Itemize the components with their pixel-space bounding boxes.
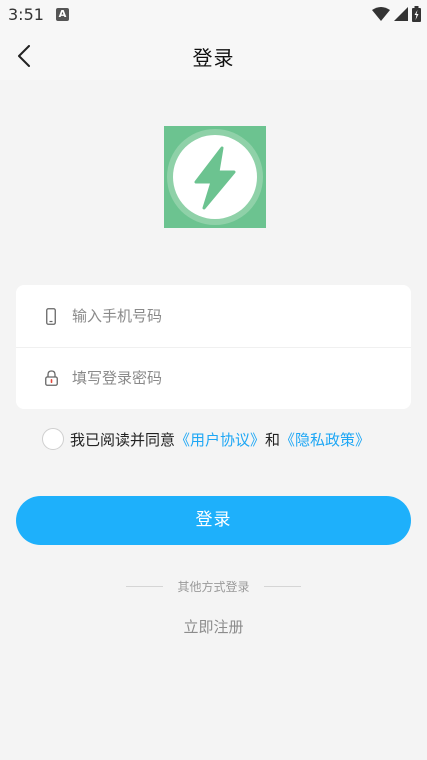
phone-input[interactable]	[70, 306, 374, 326]
wifi-icon	[372, 7, 390, 21]
agree-checkbox[interactable]	[42, 428, 64, 450]
privacy-policy-link[interactable]: 《隐私政策》	[280, 429, 370, 450]
divider-line-left	[126, 586, 163, 587]
lightning-icon	[164, 126, 266, 228]
lock-icon	[40, 370, 62, 386]
status-time: 3:51	[8, 5, 44, 24]
phone-field-row	[16, 285, 411, 348]
app-logo	[164, 126, 266, 228]
status-icons	[372, 6, 421, 22]
status-bar: 3:51 A	[0, 0, 427, 30]
notification-icon: A	[56, 8, 69, 21]
password-field-row	[16, 347, 411, 409]
user-agreement-link[interactable]: 《用户协议》	[175, 429, 265, 450]
login-form	[16, 285, 411, 409]
register-link[interactable]: 立即注册	[0, 616, 427, 637]
battery-icon	[412, 6, 421, 22]
signal-icon	[394, 7, 408, 21]
agreement-row: 我已阅读并同意 《用户协议》 和 《隐私政策》	[42, 428, 370, 450]
title-bar: 登录	[0, 30, 427, 80]
agreement-and: 和	[265, 430, 281, 449]
divider-line-right	[263, 586, 301, 587]
other-login-divider: 其他方式登录	[126, 578, 301, 595]
password-input[interactable]	[70, 368, 374, 388]
login-button[interactable]: 登录	[16, 496, 411, 545]
other-login-label: 其他方式登录	[177, 580, 250, 594]
phone-icon	[40, 307, 62, 325]
page-title: 登录	[192, 46, 235, 70]
agreement-prefix: 我已阅读并同意	[70, 430, 176, 449]
